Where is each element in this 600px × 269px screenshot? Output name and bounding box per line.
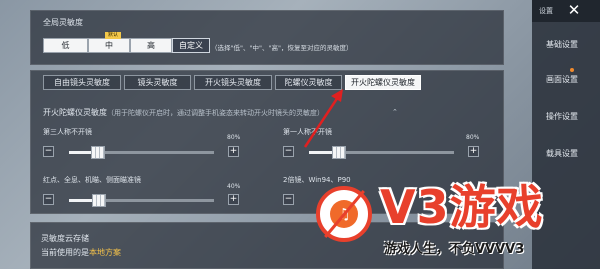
watermark-brand: V3游戏 <box>380 180 544 234</box>
slider-red-dot[interactable] <box>69 194 214 207</box>
preset-custom-label: 自定义 <box>179 41 203 50</box>
decrease-2x-scope-button[interactable]: − <box>283 194 294 205</box>
watermark: ♫ V3游戏 游戏人生，不负VVVV3 <box>310 178 600 269</box>
tab-fire-camera[interactable]: 开火镜头灵敏度 <box>194 75 272 90</box>
slider-third-person[interactable] <box>69 146 214 159</box>
sidebar-item-controls[interactable]: 操作设置 <box>532 108 592 126</box>
preset-note: （选择"低"、"中"、"高"，恢复至对应的灵敏度） <box>211 44 353 52</box>
decrease-third-person-button[interactable]: − <box>43 146 54 157</box>
cloud-current-value: 本地方案 <box>89 248 121 257</box>
sidebar-item-vehicle[interactable]: 载具设置 <box>532 145 592 163</box>
gyro-title-text: 开火陀螺仪灵敏度 <box>43 108 107 117</box>
slider-first-person[interactable] <box>309 146 454 159</box>
sidebar-header-label: 设置 <box>539 7 553 15</box>
slider-handle[interactable] <box>91 146 105 159</box>
sensitivity-preset-group: 低 默认 中 高 自定义 <box>43 32 210 53</box>
slider-label-first-person: 第一人称不开镜 <box>283 128 332 136</box>
tab-camera[interactable]: 镜头灵敏度 <box>124 75 191 90</box>
brand-logo-icon: ♫ <box>316 186 372 242</box>
slider-label-red-dot: 红点、全息、机瞄、侧面瞄准镜 <box>43 176 141 184</box>
tab-fire-gyroscope[interactable]: 开火陀螺仪灵敏度 <box>345 75 421 90</box>
gyro-description: （用于陀螺仪开启时，通过调整手机姿态来转动开火时镜头的灵敏度） <box>107 109 324 117</box>
tab-free-camera[interactable]: 自由镜头灵敏度 <box>43 75 121 90</box>
cloud-storage-title: 灵敏度云存储 <box>41 234 89 243</box>
preset-custom-button[interactable]: 自定义 <box>172 38 210 53</box>
sidebar-header: 设置 ✕ <box>532 0 600 22</box>
watermark-slogan: 游戏人生，不负VVVV3 <box>384 242 525 257</box>
sidebar-item-graphics[interactable]: 画面设置 <box>532 71 592 89</box>
preset-medium-button[interactable]: 默认 中 <box>88 32 130 53</box>
cloud-current-prefix: 当前使用的是 <box>41 248 89 257</box>
increase-third-person-button[interactable]: + <box>228 146 239 157</box>
close-icon[interactable]: ✕ <box>566 2 582 18</box>
tab-label: 开火陀螺仪灵敏度 <box>351 78 415 87</box>
slider-handle[interactable] <box>92 194 107 207</box>
sidebar-item-basic[interactable]: 基础设置 <box>532 36 592 54</box>
preset-low-label: 低 <box>61 41 70 50</box>
increase-red-dot-button[interactable]: + <box>228 194 239 205</box>
decrease-first-person-button[interactable]: − <box>283 146 294 157</box>
preset-medium-label: 中 <box>105 41 113 50</box>
increase-first-person-button[interactable]: + <box>468 146 479 157</box>
preset-high-button[interactable]: 高 <box>130 38 172 53</box>
slider-percent-red-dot: 40% <box>227 183 241 190</box>
slider-label-third-person: 第三人称不开镜 <box>43 128 92 136</box>
preset-low-button[interactable]: 低 <box>43 38 88 53</box>
slider-percent-first-person: 80% <box>466 134 480 141</box>
notification-dot <box>570 68 574 72</box>
tab-label: 镜头灵敏度 <box>137 78 178 87</box>
global-sensitivity-title: 全局灵敏度 <box>43 18 83 27</box>
collapse-chevron-icon[interactable]: ⌃ <box>392 108 398 116</box>
sensitivity-tabs: 自由镜头灵敏度 镜头灵敏度 开火镜头灵敏度 陀螺仪灵敏度 开火陀螺仪灵敏度 <box>43 75 424 90</box>
default-badge: 默认 <box>105 32 122 39</box>
decrease-red-dot-button[interactable]: − <box>43 194 54 205</box>
tab-gyroscope[interactable]: 陀螺仪灵敏度 <box>275 75 342 90</box>
tab-label: 陀螺仪灵敏度 <box>284 78 333 87</box>
tab-label: 自由镜头灵敏度 <box>54 78 110 87</box>
tab-label: 开火镜头灵敏度 <box>205 78 261 87</box>
slider-percent-third-person: 80% <box>227 134 241 141</box>
preset-high-label: 高 <box>147 41 155 50</box>
gyro-section-title: 开火陀螺仪灵敏度（用于陀螺仪开启时，通过调整手机姿态来转动开火时镜头的灵敏度） <box>43 107 324 118</box>
global-sensitivity-panel: 全局灵敏度 低 默认 中 高 自定义 （选择"低"、"中"、"高"，恢复至对应的… <box>30 10 504 65</box>
slider-handle[interactable] <box>332 146 347 159</box>
cloud-current-scheme: 当前使用的是本地方案 <box>41 247 121 258</box>
